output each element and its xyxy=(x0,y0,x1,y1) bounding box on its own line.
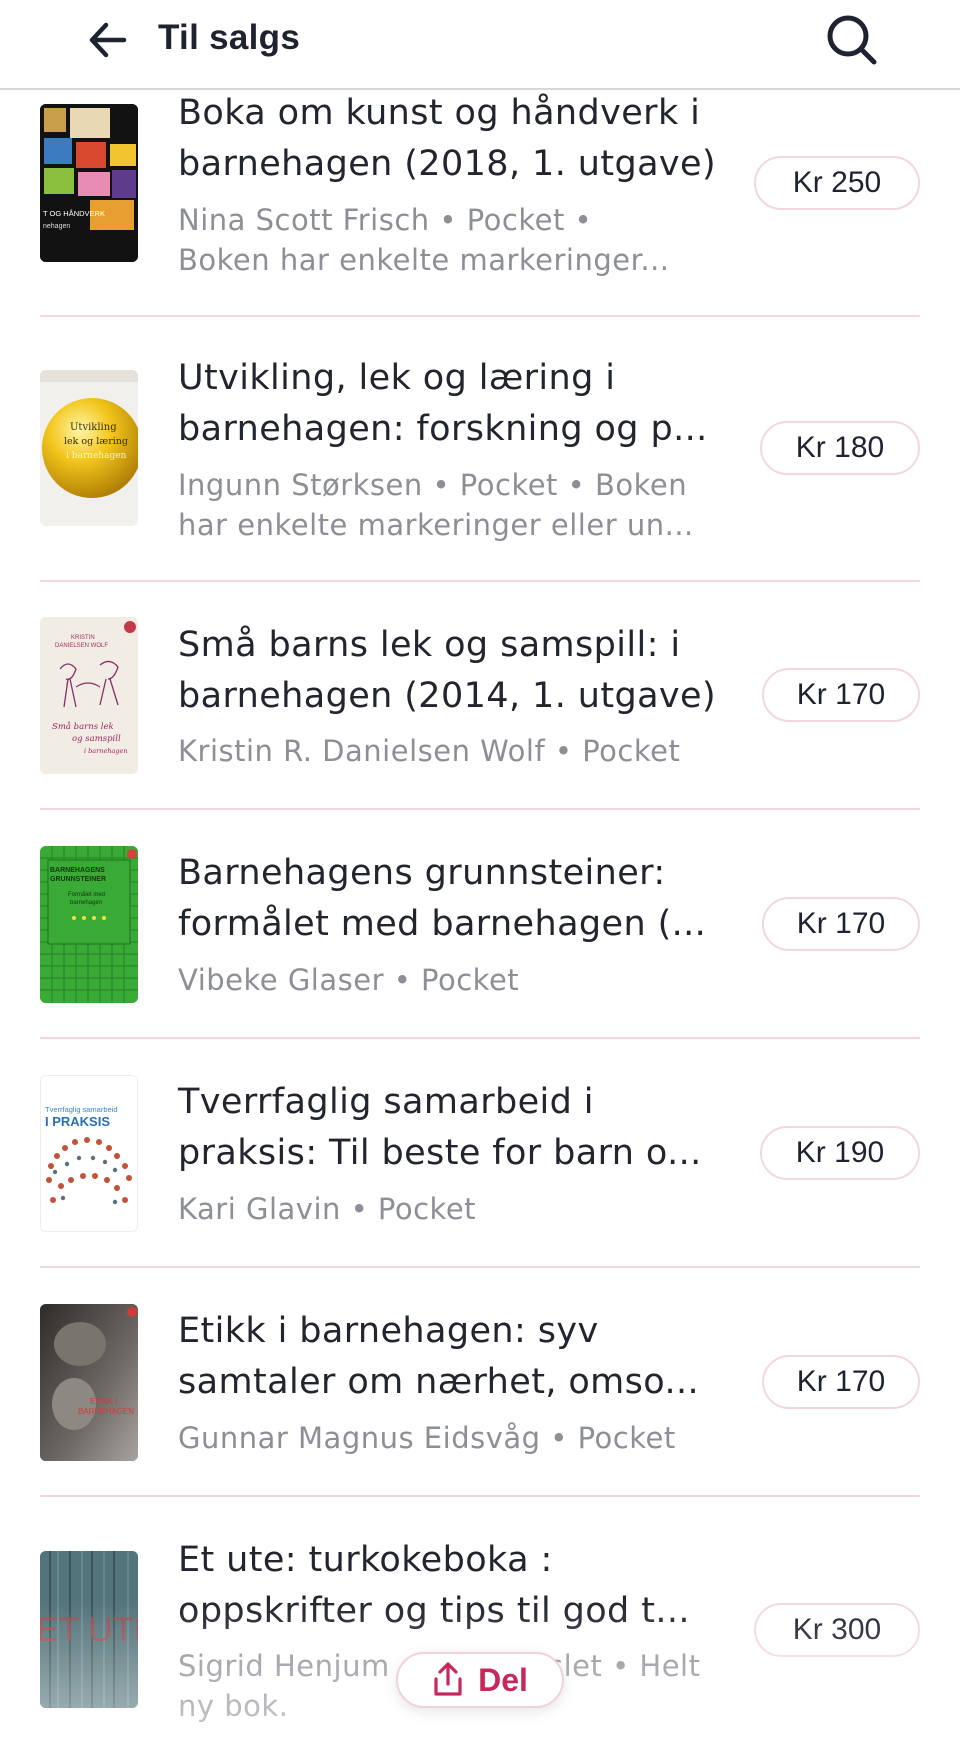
listing-title: Et ute: turkokeboka : oppskrifter og tip… xyxy=(178,1540,690,1631)
search-button[interactable] xyxy=(820,8,884,72)
cover-text: T OG HÅNDVERK xyxy=(43,209,105,218)
divider xyxy=(40,315,920,317)
cover-text: BARNEHAGENS xyxy=(50,867,105,874)
page-title: Til salgs xyxy=(158,18,301,57)
listing-meta: Vibeke Glaser • Pocket xyxy=(178,963,520,997)
cover-text: nehagen xyxy=(43,223,70,230)
book-cover: Utvikling lek og læring i barnehagen xyxy=(40,370,138,526)
price-label: Kr 300 xyxy=(792,1613,882,1646)
price-button[interactable]: Kr 190 xyxy=(760,1126,920,1180)
price-button[interactable]: Kr 170 xyxy=(762,897,920,951)
cover-text: Tverrfaglig samarbeid xyxy=(45,1105,118,1114)
book-cover: ET UTE xyxy=(40,1551,138,1708)
price-label: Kr 170 xyxy=(796,907,886,940)
cover-text: og samspill xyxy=(72,734,121,744)
listing-meta: Kari Glavin • Pocket xyxy=(178,1192,477,1226)
price-button[interactable]: Kr 250 xyxy=(754,156,920,210)
price-label: Kr 170 xyxy=(796,678,886,711)
book-cover: ETIKK I BARNEHAGEN xyxy=(40,1304,138,1461)
divider xyxy=(40,580,920,582)
cover-text: DANIELSEN WOLF xyxy=(55,643,108,649)
divider xyxy=(40,1495,920,1497)
cover-text: barnehagen xyxy=(70,900,102,906)
price-button[interactable]: Kr 180 xyxy=(760,421,920,475)
price-button[interactable]: Kr 170 xyxy=(762,1355,920,1409)
price-button[interactable]: Kr 170 xyxy=(762,668,920,722)
listing-title: Små barns lek og samspill: i barnehagen … xyxy=(178,625,717,716)
cover-text: lek og læring xyxy=(64,436,128,447)
price-button[interactable]: Kr 300 xyxy=(754,1603,920,1657)
back-button[interactable] xyxy=(80,14,136,66)
cover-text: GRUNNSTEINER xyxy=(50,876,106,883)
listing-title: Etikk i barnehagen: syv samtaler om nærh… xyxy=(178,1311,700,1402)
cover-text: ET UTE xyxy=(40,1611,138,1649)
cover-text: Formålet med xyxy=(68,891,105,898)
book-cover: T OG HÅNDVERK nehagen xyxy=(40,104,138,262)
book-cover: Tverrfaglig samarbeid I PRAKSIS xyxy=(40,1075,138,1232)
cover-text: BARNEHAGEN xyxy=(78,1407,134,1416)
price-label: Kr 180 xyxy=(795,431,885,464)
share-icon xyxy=(434,1662,462,1696)
divider xyxy=(40,1037,920,1039)
price-label: Kr 170 xyxy=(796,1365,886,1398)
listing-meta: Kristin R. Danielsen Wolf • Pocket xyxy=(178,734,681,768)
listing-title: Barnehagens grunnsteiner: formålet med b… xyxy=(178,853,707,944)
divider xyxy=(40,808,920,810)
cover-text: i barnehagen xyxy=(84,747,128,755)
listing-meta: Ingunn Størksen • Pocket • Boken har enk… xyxy=(178,468,694,542)
cover-text: Utvikling xyxy=(70,422,117,433)
cover-text: ETIKK I xyxy=(90,1397,118,1406)
listing-title: Utvikling, lek og læring i barnehagen: f… xyxy=(178,358,708,449)
cover-text: I PRAKSIS xyxy=(45,1114,110,1129)
listing-title: Boka om kunst og håndverk i barnehagen (… xyxy=(178,93,717,184)
share-label: Del xyxy=(478,1661,528,1698)
cover-text: i barnehagen xyxy=(66,451,127,461)
listing-title: Tverrfaglig samarbeid i praksis: Til bes… xyxy=(178,1082,702,1173)
cover-text: KRISTIN xyxy=(71,635,95,641)
arrow-left-icon xyxy=(89,22,127,58)
divider xyxy=(40,1266,920,1268)
search-icon xyxy=(827,15,877,65)
share-button[interactable]: Del xyxy=(396,1652,564,1708)
app-bar: Til salgs xyxy=(0,0,960,90)
price-label: Kr 250 xyxy=(792,166,882,199)
book-cover: KRISTIN DANIELSEN WOLF Små barns lek og … xyxy=(40,617,138,774)
listing-meta: Nina Scott Frisch • Pocket • Boken har e… xyxy=(178,203,670,277)
listing-meta: Gunnar Magnus Eidsvåg • Pocket xyxy=(178,1421,676,1455)
cover-text: Små barns lek xyxy=(52,720,114,732)
price-label: Kr 190 xyxy=(795,1136,885,1169)
book-cover: BARNEHAGENS GRUNNSTEINER Formålet med ba… xyxy=(40,846,138,1003)
